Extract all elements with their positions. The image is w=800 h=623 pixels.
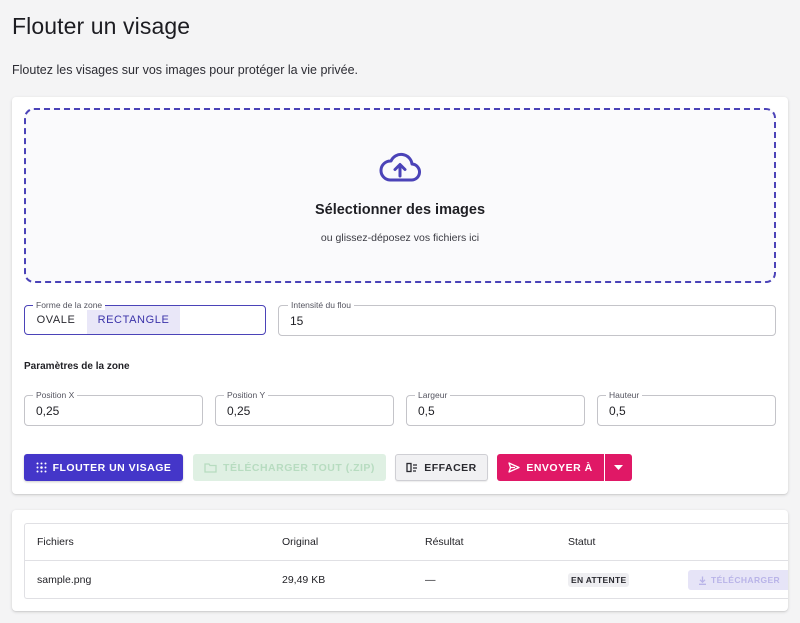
clear-button[interactable]: EFFACER <box>395 454 488 481</box>
send-to-button[interactable]: ENVOYER À <box>497 454 604 481</box>
width-label: Largeur <box>415 390 451 400</box>
page-title: Flouter un visage <box>12 13 191 39</box>
col-original: Original <box>282 536 319 548</box>
height-value: 0,5 <box>609 404 626 418</box>
download-file-label: TÉLÉCHARGER <box>711 575 781 585</box>
blur-intensity-label: Intensité du flou <box>288 300 355 310</box>
width-value: 0,5 <box>418 404 435 418</box>
table-row: sample.png 29,49 KB — EN ATTENTE TÉLÉCHA… <box>25 561 788 598</box>
blur-icon <box>36 462 47 473</box>
send-icon <box>508 462 520 473</box>
shape-option-ovale[interactable]: OVALE <box>25 306 87 334</box>
download-file-button[interactable]: TÉLÉCHARGER <box>688 570 788 590</box>
image-dropzone[interactable]: Sélectionner des images ou glissez-dépos… <box>24 108 776 283</box>
file-name: sample.png <box>37 574 92 586</box>
dropzone-title: Sélectionner des images <box>314 202 486 218</box>
download-icon <box>699 576 706 585</box>
files-card: Fichiers Original Résultat Statut sample… <box>12 510 788 611</box>
blur-face-label: FLOUTER UN VISAGE <box>52 461 172 474</box>
send-to-label: ENVOYER À <box>526 461 593 474</box>
position-x-label: Position X <box>33 390 78 400</box>
files-table: Fichiers Original Résultat Statut sample… <box>24 523 788 599</box>
send-to-dropdown-button[interactable] <box>605 454 632 481</box>
position-y-label: Position Y <box>224 390 269 400</box>
clear-label: EFFACER <box>424 461 477 474</box>
file-original-size: 29,49 KB <box>282 574 326 586</box>
folder-zip-icon <box>204 463 217 473</box>
download-all-button[interactable]: TÉLÉCHARGER TOUT (.ZIP) <box>193 454 386 481</box>
dropzone-hint: ou glissez-déposez vos fichiers ici <box>320 232 480 244</box>
zone-shape-label: Forme de la zone <box>33 300 106 310</box>
col-files: Fichiers <box>37 536 74 548</box>
zone-params-title: Paramètres de la zone <box>24 361 130 372</box>
clear-list-icon <box>406 462 418 473</box>
page-subtitle: Floutez les visages sur vos images pour … <box>12 63 358 77</box>
table-header: Fichiers Original Résultat Statut <box>25 524 788 561</box>
file-result: — <box>425 574 436 586</box>
col-status: Statut <box>568 536 596 548</box>
blur-face-button[interactable]: FLOUTER UN VISAGE <box>24 454 183 481</box>
position-x-value: 0,25 <box>36 404 60 418</box>
position-y-value: 0,25 <box>227 404 251 418</box>
shape-option-rectangle[interactable]: RECTANGLE <box>87 306 180 334</box>
blur-intensity-value: 15 <box>290 314 304 328</box>
col-result: Résultat <box>425 536 464 548</box>
download-all-label: TÉLÉCHARGER TOUT (.ZIP) <box>223 461 375 474</box>
status-badge: EN ATTENTE <box>568 573 630 587</box>
cloud-upload-icon <box>379 152 421 182</box>
blur-settings-card: Sélectionner des images ou glissez-dépos… <box>12 97 788 494</box>
height-label: Hauteur <box>606 390 643 400</box>
caret-down-icon <box>614 465 623 470</box>
